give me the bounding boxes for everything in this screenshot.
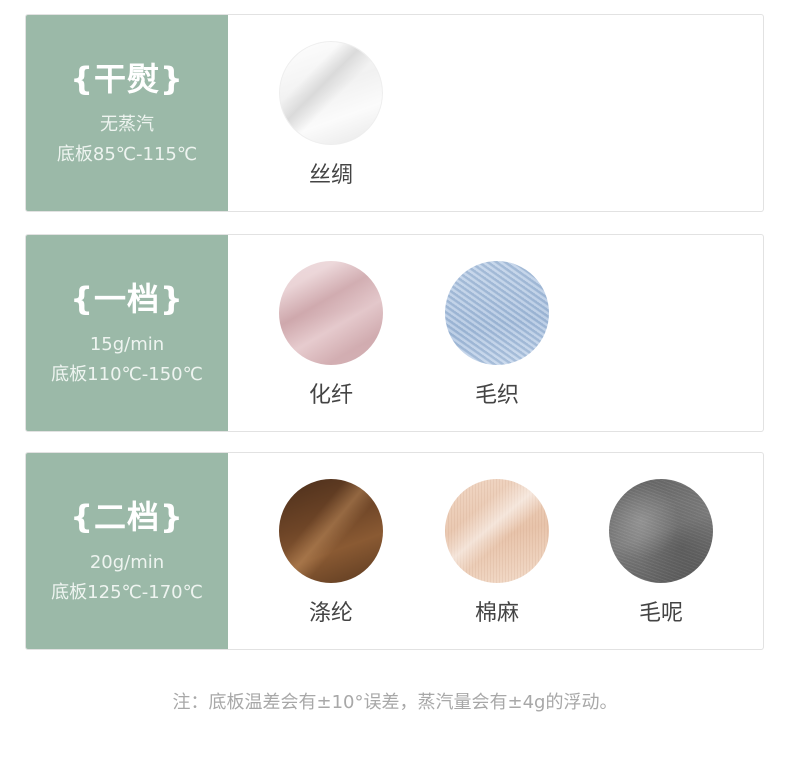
wool-knit-swatch [445, 261, 549, 365]
footnote: 注：底板温差会有±10°误差，蒸汽量会有±4g的浮动。 [172, 692, 618, 713]
fabric-label: 丝绸 [308, 163, 353, 188]
fabric-item: 毛呢 [601, 479, 721, 629]
fabric-item: 丝绸 [271, 41, 391, 191]
linen-swatch [445, 479, 549, 583]
steam-rate: 20g/min [89, 552, 165, 573]
fabric-item: 毛织 [437, 261, 557, 411]
setting-title: {一档} [70, 280, 184, 318]
soleplate-temperature: 底板85℃-115℃ [56, 144, 198, 165]
setting-title: {干熨} [70, 60, 184, 98]
fabric-label: 毛织 [474, 383, 519, 408]
polyester-swatch [279, 479, 383, 583]
soleplate-temperature: 底板125℃-170℃ [51, 582, 203, 603]
fabric-label: 涤纶 [308, 601, 353, 626]
fabric-label: 棉麻 [474, 601, 519, 626]
wool-felt-swatch [609, 479, 713, 583]
fabric-item: 棉麻 [437, 479, 557, 629]
setting-card-level-two: {二档} 20g/min 底板125℃-170℃ 涤纶 棉麻 毛呢 [25, 452, 764, 650]
steam-rate: 无蒸汽 [100, 114, 154, 135]
fabric-label: 毛呢 [638, 601, 683, 626]
fabric-label: 化纤 [308, 383, 353, 408]
fabric-item: 涤纶 [271, 479, 391, 629]
setting-side-panel: {二档} 20g/min 底板125℃-170℃ [26, 453, 228, 649]
fabric-item: 化纤 [271, 261, 391, 411]
setting-title: {二档} [70, 498, 184, 536]
synthetic-fiber-swatch [279, 261, 383, 365]
setting-side-panel: {一档} 15g/min 底板110℃-150℃ [26, 235, 228, 431]
setting-side-panel: {干熨} 无蒸汽 底板85℃-115℃ [26, 15, 228, 211]
silk-swatch [279, 41, 383, 145]
soleplate-temperature: 底板110℃-150℃ [51, 364, 203, 385]
steam-rate: 15g/min [89, 334, 165, 355]
setting-card-dry-iron: {干熨} 无蒸汽 底板85℃-115℃ 丝绸 [25, 14, 764, 212]
setting-card-level-one: {一档} 15g/min 底板110℃-150℃ 化纤 毛织 [25, 234, 764, 432]
